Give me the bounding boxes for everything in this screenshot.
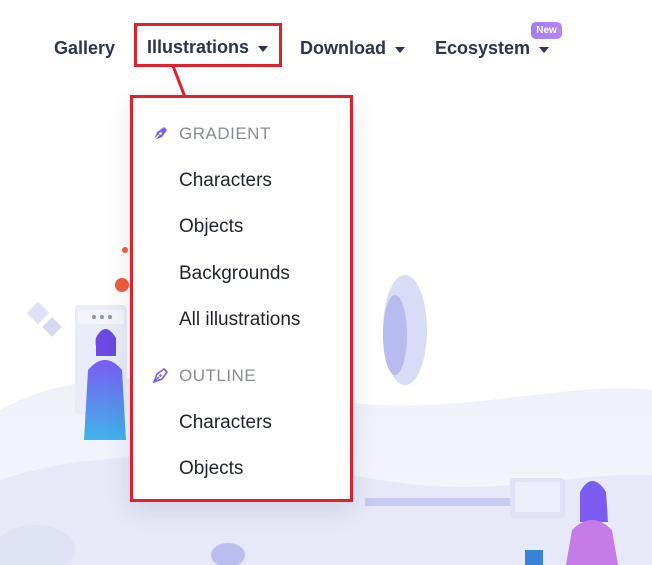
top-nav: Gallery Illustrations Download Ecosystem…	[0, 0, 652, 90]
section-header-gradient: GRADIENT	[151, 124, 271, 144]
nav-illustrations-label: Illustrations	[147, 37, 250, 57]
menu-item-gradient-backgrounds[interactable]: Backgrounds	[179, 263, 290, 285]
nav-illustrations-menu[interactable]: Illustrations	[147, 37, 269, 58]
pen-nib-gradient-icon	[152, 127, 167, 142]
menu-item-label: Objects	[179, 216, 244, 237]
nav-gallery-link[interactable]: Gallery	[54, 38, 115, 59]
menu-item-label: Objects	[179, 458, 244, 479]
menu-item-all-illustrations[interactable]: All illustrations	[179, 309, 300, 331]
section-header-outline: OUTLINE	[151, 366, 256, 386]
chevron-down-icon	[539, 46, 550, 53]
section-header-label: OUTLINE	[179, 366, 257, 385]
nav-ecosystem-label: Ecosystem	[435, 38, 531, 58]
new-badge: New	[531, 22, 562, 39]
chevron-down-icon	[258, 45, 269, 52]
menu-item-outline-objects[interactable]: Objects	[179, 458, 243, 480]
menu-item-label: Characters	[179, 412, 272, 433]
menu-item-label: Backgrounds	[179, 263, 290, 284]
section-header-label: GRADIENT	[179, 124, 271, 143]
chevron-down-icon	[395, 46, 405, 53]
menu-item-label: Characters	[179, 170, 272, 191]
menu-item-outline-characters[interactable]: Characters	[179, 412, 272, 434]
menu-item-gradient-objects[interactable]: Objects	[179, 216, 243, 238]
pen-nib-outline-icon	[152, 368, 168, 384]
illustrations-dropdown: GRADIENT Characters Objects Backgrounds …	[130, 95, 353, 502]
nav-gallery-label: Gallery	[54, 38, 116, 58]
nav-download-label: Download	[300, 38, 386, 58]
menu-item-label: All illustrations	[179, 309, 301, 330]
nav-ecosystem-menu[interactable]: Ecosystem	[435, 38, 550, 59]
menu-item-gradient-characters[interactable]: Characters	[179, 170, 272, 192]
nav-download-menu[interactable]: Download	[300, 38, 405, 59]
